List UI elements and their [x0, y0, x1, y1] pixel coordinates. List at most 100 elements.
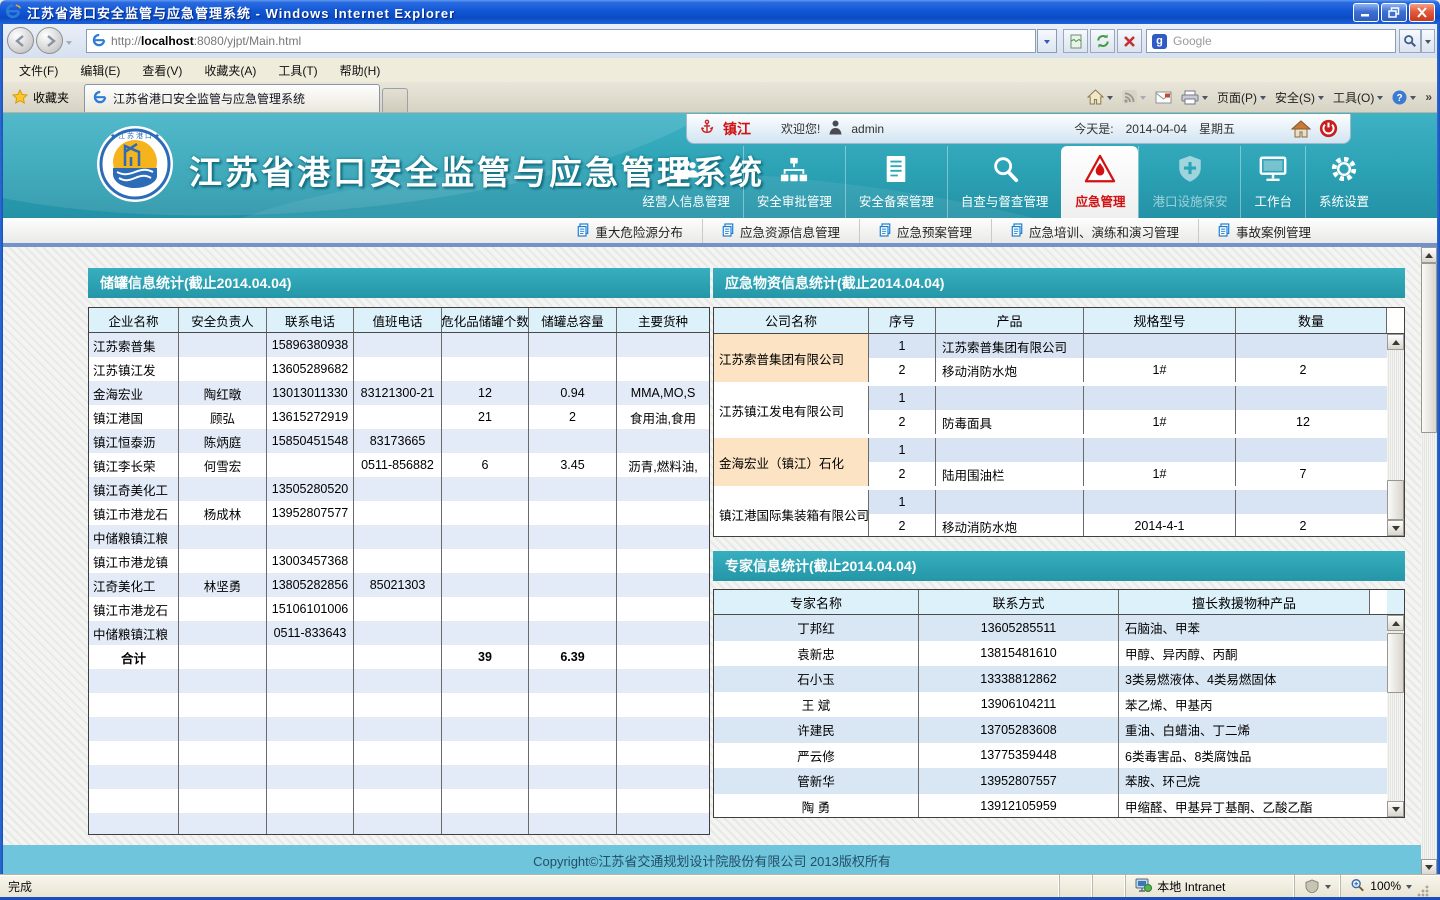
- nav-item-users[interactable]: 经营人信息管理: [629, 146, 743, 218]
- tank-panel-title: 储罐信息统计(截止2014.04.04): [88, 268, 710, 298]
- forward-button[interactable]: [36, 27, 63, 54]
- subnav-item-3[interactable]: 应急预案管理: [859, 219, 991, 243]
- table-cell: 移动消防水炮: [936, 514, 1084, 537]
- table-cell: 0.94: [529, 381, 617, 405]
- security-zone-panel: 本地 Intranet: [1125, 875, 1294, 897]
- table-row: 1江苏索普集团有限公司: [869, 334, 1404, 358]
- table-cell: 顾弘: [179, 405, 267, 429]
- scroll-up-button[interactable]: [1421, 247, 1437, 263]
- logout-power-button[interactable]: [1319, 119, 1338, 138]
- table-cell: 15850451548: [267, 429, 354, 453]
- company-name-cell: 江苏镇江发电有限公司: [714, 386, 869, 434]
- menu-item-3[interactable]: 查看(V): [131, 59, 193, 82]
- table-cell: [179, 741, 267, 765]
- subnav-item-4[interactable]: 应急培训、演练和演习管理: [991, 219, 1198, 243]
- scrollbar-thumb[interactable]: [1421, 263, 1437, 433]
- menu-item-4[interactable]: 收藏夹(A): [193, 59, 267, 82]
- table-cell: [267, 693, 354, 717]
- search-options-dropdown[interactable]: [1421, 29, 1435, 53]
- home-shortcut-button[interactable]: [1291, 120, 1311, 138]
- expert-phone-cell: 13912105959: [919, 794, 1119, 819]
- nav-item-document[interactable]: 安全备案管理: [845, 146, 947, 218]
- column-header: 规格型号: [1084, 308, 1236, 333]
- document-icon: [883, 152, 909, 184]
- protected-mode-button[interactable]: [1294, 875, 1340, 897]
- scroll-down-button[interactable]: [1387, 801, 1404, 817]
- table-cell: 江苏索普集团有限公司: [936, 334, 1084, 358]
- search-input[interactable]: g Google: [1146, 29, 1396, 53]
- table-cell: 2: [869, 410, 936, 434]
- nav-item-shield[interactable]: 港口设施保安: [1138, 146, 1240, 218]
- orgchart-icon: [779, 152, 809, 184]
- table-cell: [529, 717, 617, 741]
- table-cell: [354, 525, 442, 549]
- table-cell: 1#: [1084, 462, 1236, 486]
- table-cell: [617, 645, 709, 669]
- table-cell: [936, 490, 1084, 514]
- site-header-banner: ★ 江 苏 港 口 ★ 江苏省港口安全监管与应急管理系统 镇江 欢迎您! adm…: [3, 112, 1437, 218]
- nav-item-warning[interactable]: 应急管理: [1061, 146, 1138, 218]
- nav-item-orgchart[interactable]: 安全审批管理: [743, 146, 845, 218]
- help-menu[interactable]: ?: [1392, 90, 1416, 105]
- experts-scrollbar[interactable]: [1387, 615, 1404, 817]
- more-commands-chevron[interactable]: »: [1425, 90, 1432, 104]
- address-bar-input[interactable]: http://localhost:8080/yjpt/Main.html: [86, 29, 1036, 53]
- menu-item-6[interactable]: 帮助(H): [329, 59, 392, 82]
- tab-current[interactable]: 江苏省港口安全监管与应急管理系统: [84, 84, 380, 112]
- materials-scrollbar[interactable]: [1387, 334, 1404, 536]
- feeds-button[interactable]: [1122, 90, 1146, 105]
- table-cell: [617, 765, 709, 789]
- table-cell: [529, 693, 617, 717]
- page-scrollbar[interactable]: [1421, 247, 1437, 875]
- scroll-up-button[interactable]: [1387, 334, 1404, 350]
- recent-pages-dropdown[interactable]: [66, 37, 72, 51]
- resize-grip[interactable]: [1417, 885, 1429, 897]
- scroll-down-button[interactable]: [1387, 520, 1404, 536]
- table-cell: 杨成林: [179, 501, 267, 525]
- nav-item-gear[interactable]: 系统设置: [1305, 146, 1382, 218]
- read-mail-button[interactable]: [1155, 91, 1172, 104]
- restore-button[interactable]: [1381, 3, 1407, 22]
- scrollbar-thumb[interactable]: [1387, 633, 1404, 693]
- close-button[interactable]: [1409, 3, 1435, 22]
- table-cell: [179, 477, 267, 501]
- search-go-button[interactable]: [1399, 29, 1421, 53]
- new-tab-stub[interactable]: [382, 88, 408, 112]
- page-favicon-icon: [92, 33, 106, 50]
- back-button[interactable]: [7, 27, 34, 54]
- table-cell: [529, 477, 617, 501]
- compatibility-view-button[interactable]: [1063, 29, 1088, 53]
- table-cell: 陆用围油栏: [936, 462, 1084, 486]
- zoom-control[interactable]: 100%: [1340, 875, 1440, 897]
- page-menu[interactable]: 页面(P): [1217, 89, 1266, 106]
- table-cell: [442, 789, 529, 813]
- minimize-button[interactable]: [1353, 3, 1379, 22]
- refresh-button[interactable]: [1090, 29, 1115, 53]
- table-cell: [617, 717, 709, 741]
- menu-item-2[interactable]: 编辑(E): [69, 59, 131, 82]
- menu-item-1[interactable]: 文件(F): [8, 59, 69, 82]
- home-button[interactable]: [1087, 89, 1113, 105]
- subnav-item-2[interactable]: 应急资源信息管理: [702, 219, 859, 243]
- address-dropdown-button[interactable]: [1037, 29, 1057, 53]
- table-cell: [354, 813, 442, 835]
- safety-menu[interactable]: 安全(S): [1275, 89, 1324, 106]
- tools-menu[interactable]: 工具(O): [1333, 89, 1383, 106]
- expert-name-cell: 袁新忠: [714, 641, 919, 667]
- page-viewport: ★ 江 苏 港 口 ★ 江苏省港口安全监管与应急管理系统 镇江 欢迎您! adm…: [3, 112, 1437, 875]
- menu-item-5[interactable]: 工具(T): [267, 59, 328, 82]
- favorites-button[interactable]: 收藏夹: [5, 87, 76, 108]
- expert-products-cell: 甲缩醛、甲基异丁基酮、乙酸乙酯: [1119, 794, 1370, 819]
- expert-phone-cell: 13605285511: [919, 615, 1119, 641]
- nav-item-monitor[interactable]: 工作台: [1240, 146, 1305, 218]
- scroll-down-button[interactable]: [1421, 859, 1437, 875]
- subnav-item-5[interactable]: 事故案例管理: [1198, 219, 1330, 243]
- subnav-item-1[interactable]: 重大危险源分布: [558, 219, 702, 243]
- nav-item-magnifier[interactable]: 自查与督查管理: [947, 146, 1062, 218]
- expert-products-cell: 6类毒害品、8类腐蚀品: [1119, 743, 1370, 769]
- scrollbar-thumb[interactable]: [1387, 480, 1404, 520]
- print-button[interactable]: [1181, 90, 1208, 105]
- stop-button[interactable]: [1117, 29, 1142, 53]
- table-cell: 陶红暾: [179, 381, 267, 405]
- scroll-up-button[interactable]: [1387, 615, 1404, 631]
